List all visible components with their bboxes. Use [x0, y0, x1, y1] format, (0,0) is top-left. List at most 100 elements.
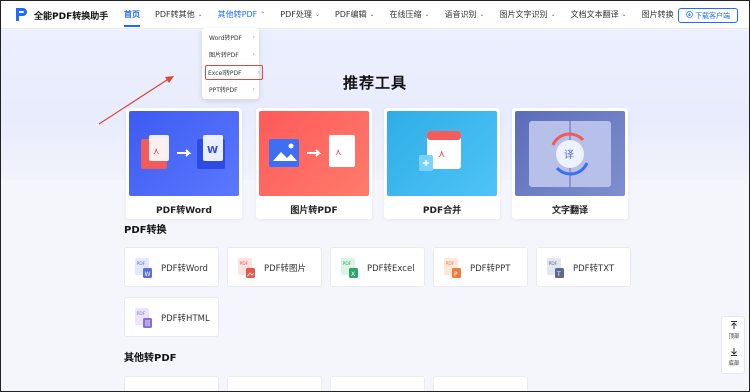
featured-card-label: 文字翻译 [551, 206, 588, 216]
chevron-right-icon: › [257, 69, 260, 76]
tool-label: PDF转Word [161, 264, 208, 274]
svg-text:P: P [454, 271, 458, 278]
chevron-down-icon: ⌄ [314, 11, 320, 18]
chevron-right-icon: › [252, 34, 255, 41]
tool-card-partial[interactable] [227, 376, 322, 392]
nav-pdf-process[interactable]: PDF处理 ⌄ [280, 0, 320, 29]
pdf-to-word-icon: PDF W [135, 258, 152, 278]
tool-card-partial[interactable] [433, 376, 528, 392]
pdf-to-ppt-icon: PDF P [444, 258, 461, 278]
nav-doc-translate[interactable]: 文档文本翻译 ⌄ [571, 0, 627, 29]
svg-text:PDF: PDF [240, 261, 249, 267]
svg-text:PDF: PDF [446, 261, 455, 267]
nav-other-to-pdf[interactable]: 其他转PDF ⌃ [218, 0, 266, 29]
arrow-down-to-bottom-icon [722, 347, 746, 359]
section-title-other-to-pdf: 其他转PDF [124, 353, 177, 364]
svg-text:PDF: PDF [137, 261, 146, 267]
chevron-down-icon: ⌄ [197, 11, 203, 18]
tool-label: PDF转HTML [161, 314, 210, 324]
main-nav: 首页 PDF转其他 ⌄ 其他转PDF ⌃ PDF处理 ⌄ PDF编辑 ⌄ 在线压缩 ⌄ 语… [124, 0, 697, 29]
dropdown-item-image-to-pdf[interactable]: 图片转PDF › [207, 48, 257, 61]
featured-card-label: 图片转PDF [290, 206, 338, 216]
nav-label: PDF编辑 [334, 10, 367, 19]
tool-label: PDF转Excel [367, 264, 415, 274]
nav-label: 语音识别 [444, 10, 477, 19]
nav-home[interactable]: 首页 [124, 0, 140, 29]
download-label: 下载客户端 [695, 11, 730, 20]
tool-pdf-to-txt[interactable]: PDF T PDF转TXT [536, 247, 631, 287]
chevron-right-icon: › [252, 51, 255, 58]
svg-text:PDF: PDF [343, 261, 352, 267]
hero-title: 推荐工具 [342, 74, 407, 92]
tool-pdf-to-word[interactable]: PDF W PDF转Word [124, 247, 219, 287]
nav-image-convert[interactable]: 图片转换⌄ [642, 0, 682, 29]
tool-pdf-to-excel[interactable]: PDF X PDF转Excel [330, 247, 425, 287]
nav-label: 图片转换 [641, 10, 674, 19]
nav-speech-recognition[interactable]: 语音识别 ⌄ [445, 0, 485, 29]
svg-text:PDF: PDF [137, 311, 146, 317]
nav-pdf-to-other[interactable]: PDF转其他 ⌄ [155, 0, 203, 29]
svg-text:X: X [351, 271, 355, 278]
dropdown-item-ppt-to-pdf[interactable]: PPT转PDF › [207, 83, 257, 96]
dropdown-item-word-to-pdf[interactable]: Word转PDF › [207, 31, 257, 44]
tool-pdf-to-ppt[interactable]: PDF P PDF转PPT [433, 247, 528, 287]
top-navbar: 全能PDF转换助手 首页 PDF转其他 ⌄ 其他转PDF ⌃ PDF处理 ⌄ PDF编… [0, 0, 750, 29]
hero-banner [0, 30, 750, 180]
tool-label: PDF转图片 [264, 264, 307, 274]
svg-text:PDF: PDF [549, 261, 558, 267]
featured-card-pdf-to-word[interactable]: ⋏ W PDF转Word [126, 108, 242, 219]
arrow-up-to-top-icon [722, 320, 746, 332]
featured-card-text-translate[interactable]: 译 文字翻译 [512, 108, 628, 219]
chevron-down-icon: ⌄ [621, 11, 627, 18]
tool-label: PDF转TXT [573, 264, 615, 274]
nav-online-compress[interactable]: 在线压缩 ⌄ [390, 0, 430, 29]
nav-label: PDF处理 [280, 10, 312, 19]
chevron-up-icon: ⌃ [260, 11, 266, 18]
nav-image-ocr[interactable]: 图片文字识别 ⌄ [500, 0, 556, 29]
brand-logo-icon[interactable] [14, 7, 28, 22]
svg-text:译: 译 [564, 149, 574, 161]
tool-card-partial[interactable] [330, 376, 425, 392]
dropdown-item-label: 图片转PDF [209, 52, 239, 59]
scroll-bottom-label: 底部 [728, 361, 740, 367]
tool-pdf-to-image[interactable]: PDF PDF转图片 [227, 247, 322, 287]
svg-text:W: W [207, 145, 218, 156]
featured-card-label: PDF转Word [156, 206, 212, 216]
image-to-pdf-illustration: ⋏ [259, 111, 369, 196]
scroll-bottom-button[interactable]: 底部 [722, 347, 746, 367]
text-translate-illustration: 译 [515, 111, 625, 196]
chevron-down-icon: ⌄ [479, 11, 485, 18]
dropdown-item-label: PPT转PDF [209, 87, 238, 94]
scroll-top-label: 顶部 [728, 334, 740, 340]
nav-label: 在线压缩 [389, 10, 422, 19]
dropdown-item-label: Word转PDF [209, 35, 243, 42]
pdf-merge-illustration: ⋏ [387, 111, 497, 196]
pdf-to-txt-icon: PDF T [547, 258, 564, 278]
svg-text:⋏: ⋏ [438, 149, 445, 160]
featured-card-image-to-pdf[interactable]: ⋏ 图片转PDF [256, 108, 372, 219]
tool-card-partial[interactable] [124, 376, 219, 392]
svg-text:⋏: ⋏ [335, 148, 342, 158]
download-client-button[interactable]: 下载客户端 [678, 8, 738, 23]
featured-card-pdf-merge[interactable]: ⋏ PDF合并 [384, 108, 500, 219]
nav-label: 文档文本翻译 [570, 10, 619, 19]
chevron-right-icon: › [252, 86, 255, 93]
brand-name[interactable]: 全能PDF转换助手 [34, 9, 108, 22]
pdf-to-word-illustration: ⋏ W [129, 111, 239, 196]
dropdown-item-excel-to-pdf[interactable]: Excel转PDF › [205, 65, 263, 80]
pdf-to-excel-icon: PDF X [341, 258, 358, 278]
chevron-down-icon: ⌄ [550, 11, 556, 18]
download-icon [686, 11, 693, 20]
scroll-top-button[interactable]: 顶部 [722, 320, 746, 340]
svg-text:T: T [556, 271, 561, 278]
section-title-pdf-convert: PDF转换 [124, 225, 167, 236]
nav-pdf-edit[interactable]: PDF编辑 ⌄ [335, 0, 375, 29]
nav-label: 图片文字识别 [499, 10, 548, 19]
pdf-to-image-icon: PDF [238, 258, 255, 278]
scroll-shortcut-panel: 顶部 底部 [721, 316, 745, 374]
tool-pdf-to-html[interactable]: PDF PDF转HTML [124, 297, 219, 337]
svg-text:⋏: ⋏ [153, 147, 160, 157]
other-to-pdf-dropdown: Word转PDF › 图片转PDF › Excel转PDF › PPT转PDF › [202, 28, 263, 99]
nav-label: 其他转PDF [217, 10, 258, 19]
chevron-down-icon: ⌄ [369, 11, 375, 18]
